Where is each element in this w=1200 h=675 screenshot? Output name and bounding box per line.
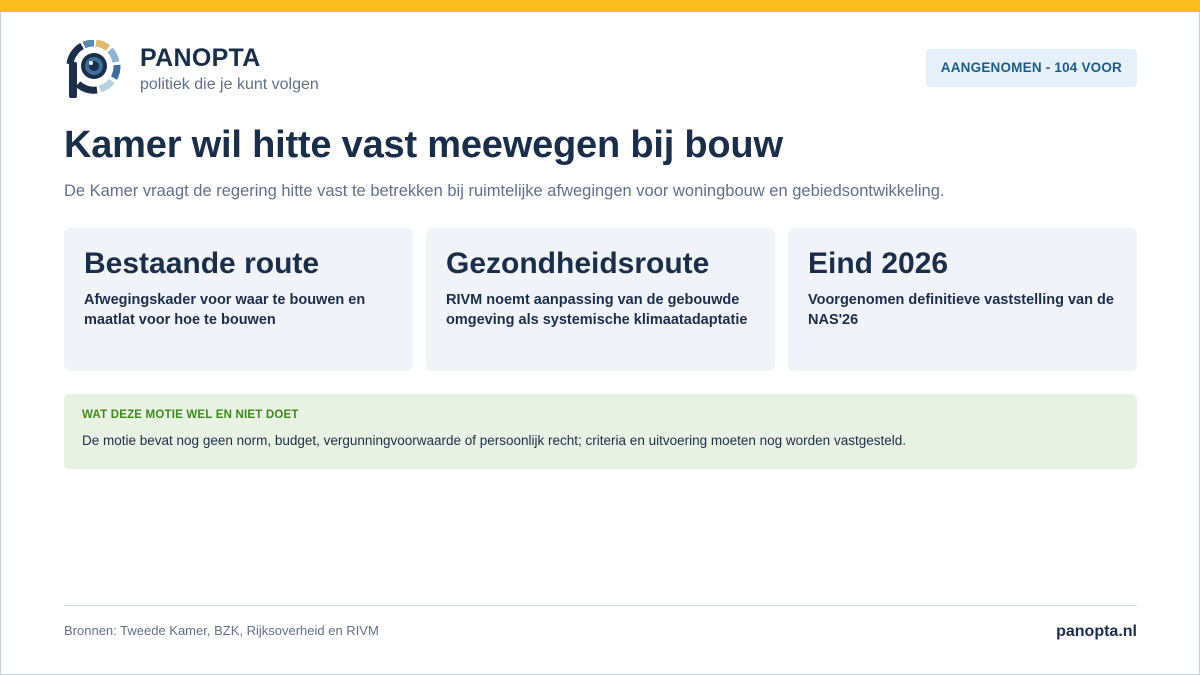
motion-scope-note: WAT DEZE MOTIE WEL EN NIET DOET De motie… [64, 394, 1137, 469]
panopta-eye-logo-icon [66, 40, 121, 98]
card-title: Gezondheidsroute [446, 247, 710, 280]
footer-divider [64, 605, 1137, 606]
card-title: Eind 2026 [808, 247, 949, 280]
info-card-existing-route: Bestaande route Afwegingskader voor waar… [64, 228, 413, 371]
card-text: RIVM noemt aanpassing van de gebouwde om… [446, 292, 748, 328]
info-card-health-route: Gezondheidsroute RIVM noemt aanpassing v… [426, 228, 775, 371]
note-text: De motie bevat nog geen norm, budget, ve… [82, 433, 906, 448]
brand-name: PANOPTA [140, 44, 261, 72]
card-text: Voorgenomen definitieve vaststelling van… [808, 292, 1114, 328]
sources-text: Bronnen: Tweede Kamer, BZK, Rijksoverhei… [64, 623, 379, 638]
accent-top-bar [0, 0, 1200, 12]
vote-status-badge: AANGENOMEN - 104 VOOR [925, 49, 1137, 87]
info-cards: Bestaande route Afwegingskader voor waar… [64, 228, 1137, 371]
card-title: Bestaande route [84, 247, 320, 280]
page-subtitle: De Kamer vraagt de regering hitte vast t… [64, 182, 945, 200]
info-card-end-2026: Eind 2026 Voorgenomen definitieve vastst… [788, 228, 1137, 371]
brand-header[interactable]: PANOPTA politiek die je kunt volgen [64, 40, 319, 102]
note-label: WAT DEZE MOTIE WEL EN NIET DOET [82, 409, 299, 421]
brand-tagline: politiek die je kunt volgen [140, 76, 319, 93]
site-link[interactable]: panopta.nl [1056, 622, 1137, 642]
page-title: Kamer wil hitte vast meewegen bij bouw [64, 124, 783, 166]
card-text: Afwegingskader voor waar te bouwen en ma… [84, 292, 366, 328]
